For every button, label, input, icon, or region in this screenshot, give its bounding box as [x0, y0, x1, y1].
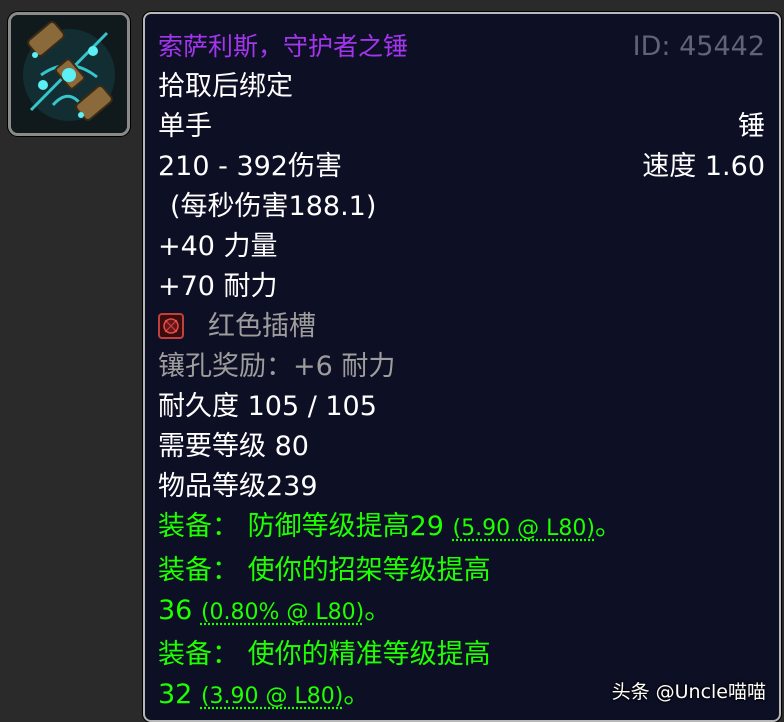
stat-strength: +40 力量	[158, 227, 765, 267]
socket-row: 红色插槽	[158, 307, 765, 347]
stat-stamina: +70 耐力	[158, 267, 765, 307]
equip-prefix: 装备：	[158, 511, 239, 542]
red-socket-icon	[158, 313, 184, 339]
equip-prefix: 装备：	[158, 555, 239, 586]
rating-note-text: (0.80% @ L80)	[201, 600, 364, 625]
equip-prefix: 装备：	[158, 639, 239, 670]
mace-icon	[11, 15, 127, 133]
equip-value: 32	[158, 679, 192, 710]
rating-note: (5.90 @ L80)	[453, 516, 595, 541]
slot-text: 单手	[158, 111, 212, 142]
rating-note: (0.80% @ L80)	[201, 600, 364, 625]
equip-end: 。	[364, 595, 391, 626]
socket-label: 红色插槽	[208, 311, 316, 342]
equip-end: 。	[343, 679, 370, 710]
item-name: 索萨利斯，守护者之锤 ID: 45442	[158, 27, 765, 67]
item-id: ID: 45442	[633, 27, 765, 67]
equip-effect-parry-value: 36 (0.80% @ L80)。	[158, 591, 765, 631]
binding-text: 拾取后绑定	[158, 67, 765, 107]
dps-text: (每秒伤害188.1)	[170, 187, 765, 227]
item-icon-frame[interactable]	[8, 12, 130, 136]
durability-text: 耐久度 105 / 105	[158, 387, 765, 427]
equip-text: 使你的精准等级提高	[248, 639, 491, 670]
damage-row: 210 - 392伤害 速度 1.60	[158, 147, 765, 187]
item-level: 物品等级239	[158, 467, 765, 507]
item-tooltip: 索萨利斯，守护者之锤 ID: 45442 拾取后绑定 单手 锤 210 - 39…	[143, 12, 781, 722]
required-level: 需要等级 80	[158, 427, 765, 467]
socket-bonus: 镶孔奖励：+6 耐力	[158, 347, 765, 387]
damage-text: 210 - 392伤害	[158, 151, 342, 182]
item-name-text: 索萨利斯，守护者之锤	[158, 32, 408, 61]
equip-effect-parry: 装备： 使你的招架等级提高	[158, 551, 765, 591]
equip-value: 36	[158, 595, 192, 626]
rating-note: (3.90 @ L80)	[201, 684, 343, 709]
equip-text: 使你的招架等级提高	[248, 555, 491, 586]
speed-text: 速度 1.60	[642, 147, 765, 187]
slot-row: 单手 锤	[158, 107, 765, 147]
rating-note-text: (3.90 @ L80)	[201, 684, 343, 709]
watermark: 头条 @Uncle喵喵	[612, 677, 766, 704]
weapon-type: 锤	[738, 107, 765, 147]
equip-effect-defense: 装备： 防御等级提高29 (5.90 @ L80)。	[158, 507, 765, 547]
equip-end: 。	[595, 511, 622, 542]
rating-note-text: (5.90 @ L80)	[453, 516, 595, 541]
equip-effect-expertise: 装备： 使你的精准等级提高	[158, 635, 765, 675]
equip-text: 防御等级提高29	[248, 511, 444, 542]
